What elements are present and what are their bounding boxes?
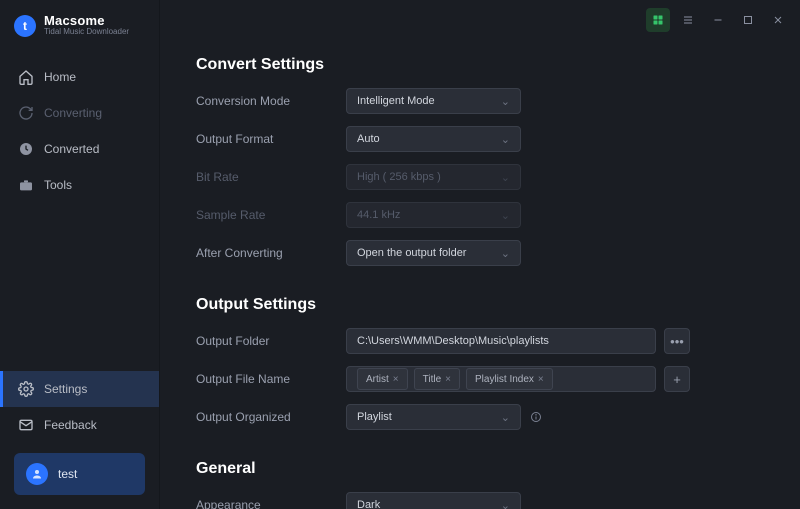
select-value: 44.1 kHz (357, 209, 400, 221)
select-conversion-mode[interactable]: Intelligent Mode ⌄ (346, 88, 521, 114)
row-output-organized: Output Organized Playlist ⌄ (196, 404, 764, 430)
label-output-organized: Output Organized (196, 410, 346, 424)
filename-tags: Artist × Title × Playlist Index × (357, 368, 553, 390)
select-value: Dark (357, 499, 380, 509)
tag-remove-icon[interactable]: × (538, 374, 544, 385)
app-root: t Macsome Tidal Music Downloader Home Co… (0, 0, 800, 509)
nav-label-feedback: Feedback (44, 418, 97, 432)
section-title-convert: Convert Settings (196, 56, 764, 74)
select-value: Intelligent Mode (357, 95, 435, 107)
brand-title: Macsome (44, 14, 129, 28)
user-name: test (58, 467, 77, 481)
clock-icon (18, 141, 34, 157)
brand-text: Macsome Tidal Music Downloader (44, 14, 129, 37)
nav-item-converted[interactable]: Converted (0, 131, 159, 167)
titlebar (160, 0, 800, 40)
user-chip[interactable]: test (14, 453, 145, 495)
nav-item-home[interactable]: Home (0, 59, 159, 95)
add-tag-button[interactable]: + (664, 366, 690, 392)
sidebar: t Macsome Tidal Music Downloader Home Co… (0, 0, 160, 509)
tag-label: Artist (366, 374, 389, 385)
chevron-down-icon: ⌄ (501, 95, 510, 108)
row-output-file-name: Output File Name Artist × Title × Playli… (196, 366, 764, 392)
brand: t Macsome Tidal Music Downloader (0, 0, 159, 55)
chevron-down-icon: ⌄ (501, 411, 510, 424)
select-appearance[interactable]: Dark ⌄ (346, 492, 521, 509)
avatar-icon (26, 463, 48, 485)
maximize-button[interactable] (736, 8, 760, 32)
label-appearance: Appearance (196, 498, 346, 509)
nav-label-tools: Tools (44, 178, 72, 192)
gear-icon (18, 381, 34, 397)
tag-remove-icon[interactable]: × (393, 374, 399, 385)
tag-remove-icon[interactable]: × (445, 374, 451, 385)
section-title-general: General (196, 460, 764, 478)
label-output-file-name: Output File Name (196, 372, 346, 386)
select-sample-rate: 44.1 kHz ⌄ (346, 202, 521, 228)
label-conversion-mode: Conversion Mode (196, 94, 346, 108)
tag-artist[interactable]: Artist × (357, 368, 408, 390)
row-appearance: Appearance Dark ⌄ (196, 492, 764, 509)
tag-label: Playlist Index (475, 374, 534, 385)
mail-icon (18, 417, 34, 433)
row-bit-rate: Bit Rate High ( 256 kbps ) ⌄ (196, 164, 764, 190)
main: Convert Settings Conversion Mode Intelli… (160, 0, 800, 509)
nav: Home Converting Converted Tools (0, 59, 159, 203)
select-value: Auto (357, 133, 380, 145)
row-after-converting: After Converting Open the output folder … (196, 240, 764, 266)
label-sample-rate: Sample Rate (196, 208, 346, 222)
chevron-down-icon: ⌄ (501, 133, 510, 146)
input-value: C:\Users\WMM\Desktop\Music\playlists (357, 335, 549, 347)
select-value: Open the output folder (357, 247, 466, 259)
info-icon[interactable] (529, 410, 543, 424)
input-output-file-name[interactable]: Artist × Title × Playlist Index × (346, 366, 656, 392)
tag-label: Title (423, 374, 442, 385)
chevron-down-icon: ⌄ (501, 171, 510, 184)
label-after-converting: After Converting (196, 246, 346, 260)
row-output-folder: Output Folder C:\Users\WMM\Desktop\Music… (196, 328, 764, 354)
input-output-folder[interactable]: C:\Users\WMM\Desktop\Music\playlists (346, 328, 656, 354)
brand-subtitle: Tidal Music Downloader (44, 28, 129, 37)
nav-label-settings: Settings (44, 382, 87, 396)
select-output-format[interactable]: Auto ⌄ (346, 126, 521, 152)
select-value: High ( 256 kbps ) (357, 171, 441, 183)
content: Convert Settings Conversion Mode Intelli… (160, 40, 800, 509)
label-bit-rate: Bit Rate (196, 170, 346, 184)
select-bit-rate: High ( 256 kbps ) ⌄ (346, 164, 521, 190)
select-after-converting[interactable]: Open the output folder ⌄ (346, 240, 521, 266)
label-output-format: Output Format (196, 132, 346, 146)
grid-view-button[interactable] (646, 8, 670, 32)
nav-label-converting: Converting (44, 106, 102, 120)
refresh-icon (18, 105, 34, 121)
row-output-format: Output Format Auto ⌄ (196, 126, 764, 152)
chevron-down-icon: ⌄ (501, 209, 510, 222)
chevron-down-icon: ⌄ (501, 499, 510, 509)
section-title-output: Output Settings (196, 296, 764, 314)
select-value: Playlist (357, 411, 392, 423)
nav-label-converted: Converted (44, 142, 99, 156)
toolbox-icon (18, 177, 34, 193)
nav-item-settings[interactable]: Settings (0, 371, 159, 407)
browse-folder-button[interactable]: ••• (664, 328, 690, 354)
home-icon (18, 69, 34, 85)
nav-label-home: Home (44, 70, 76, 84)
nav-item-converting[interactable]: Converting (0, 95, 159, 131)
nav-item-tools[interactable]: Tools (0, 167, 159, 203)
nav-bottom: Settings Feedback (0, 371, 159, 443)
menu-button[interactable] (676, 8, 700, 32)
close-button[interactable] (766, 8, 790, 32)
tag-title[interactable]: Title × (414, 368, 460, 390)
nav-item-feedback[interactable]: Feedback (0, 407, 159, 443)
label-output-folder: Output Folder (196, 334, 346, 348)
row-conversion-mode: Conversion Mode Intelligent Mode ⌄ (196, 88, 764, 114)
minimize-button[interactable] (706, 8, 730, 32)
select-output-organized[interactable]: Playlist ⌄ (346, 404, 521, 430)
tag-playlist-index[interactable]: Playlist Index × (466, 368, 553, 390)
row-sample-rate: Sample Rate 44.1 kHz ⌄ (196, 202, 764, 228)
brand-logo-icon: t (14, 15, 36, 37)
chevron-down-icon: ⌄ (501, 247, 510, 260)
